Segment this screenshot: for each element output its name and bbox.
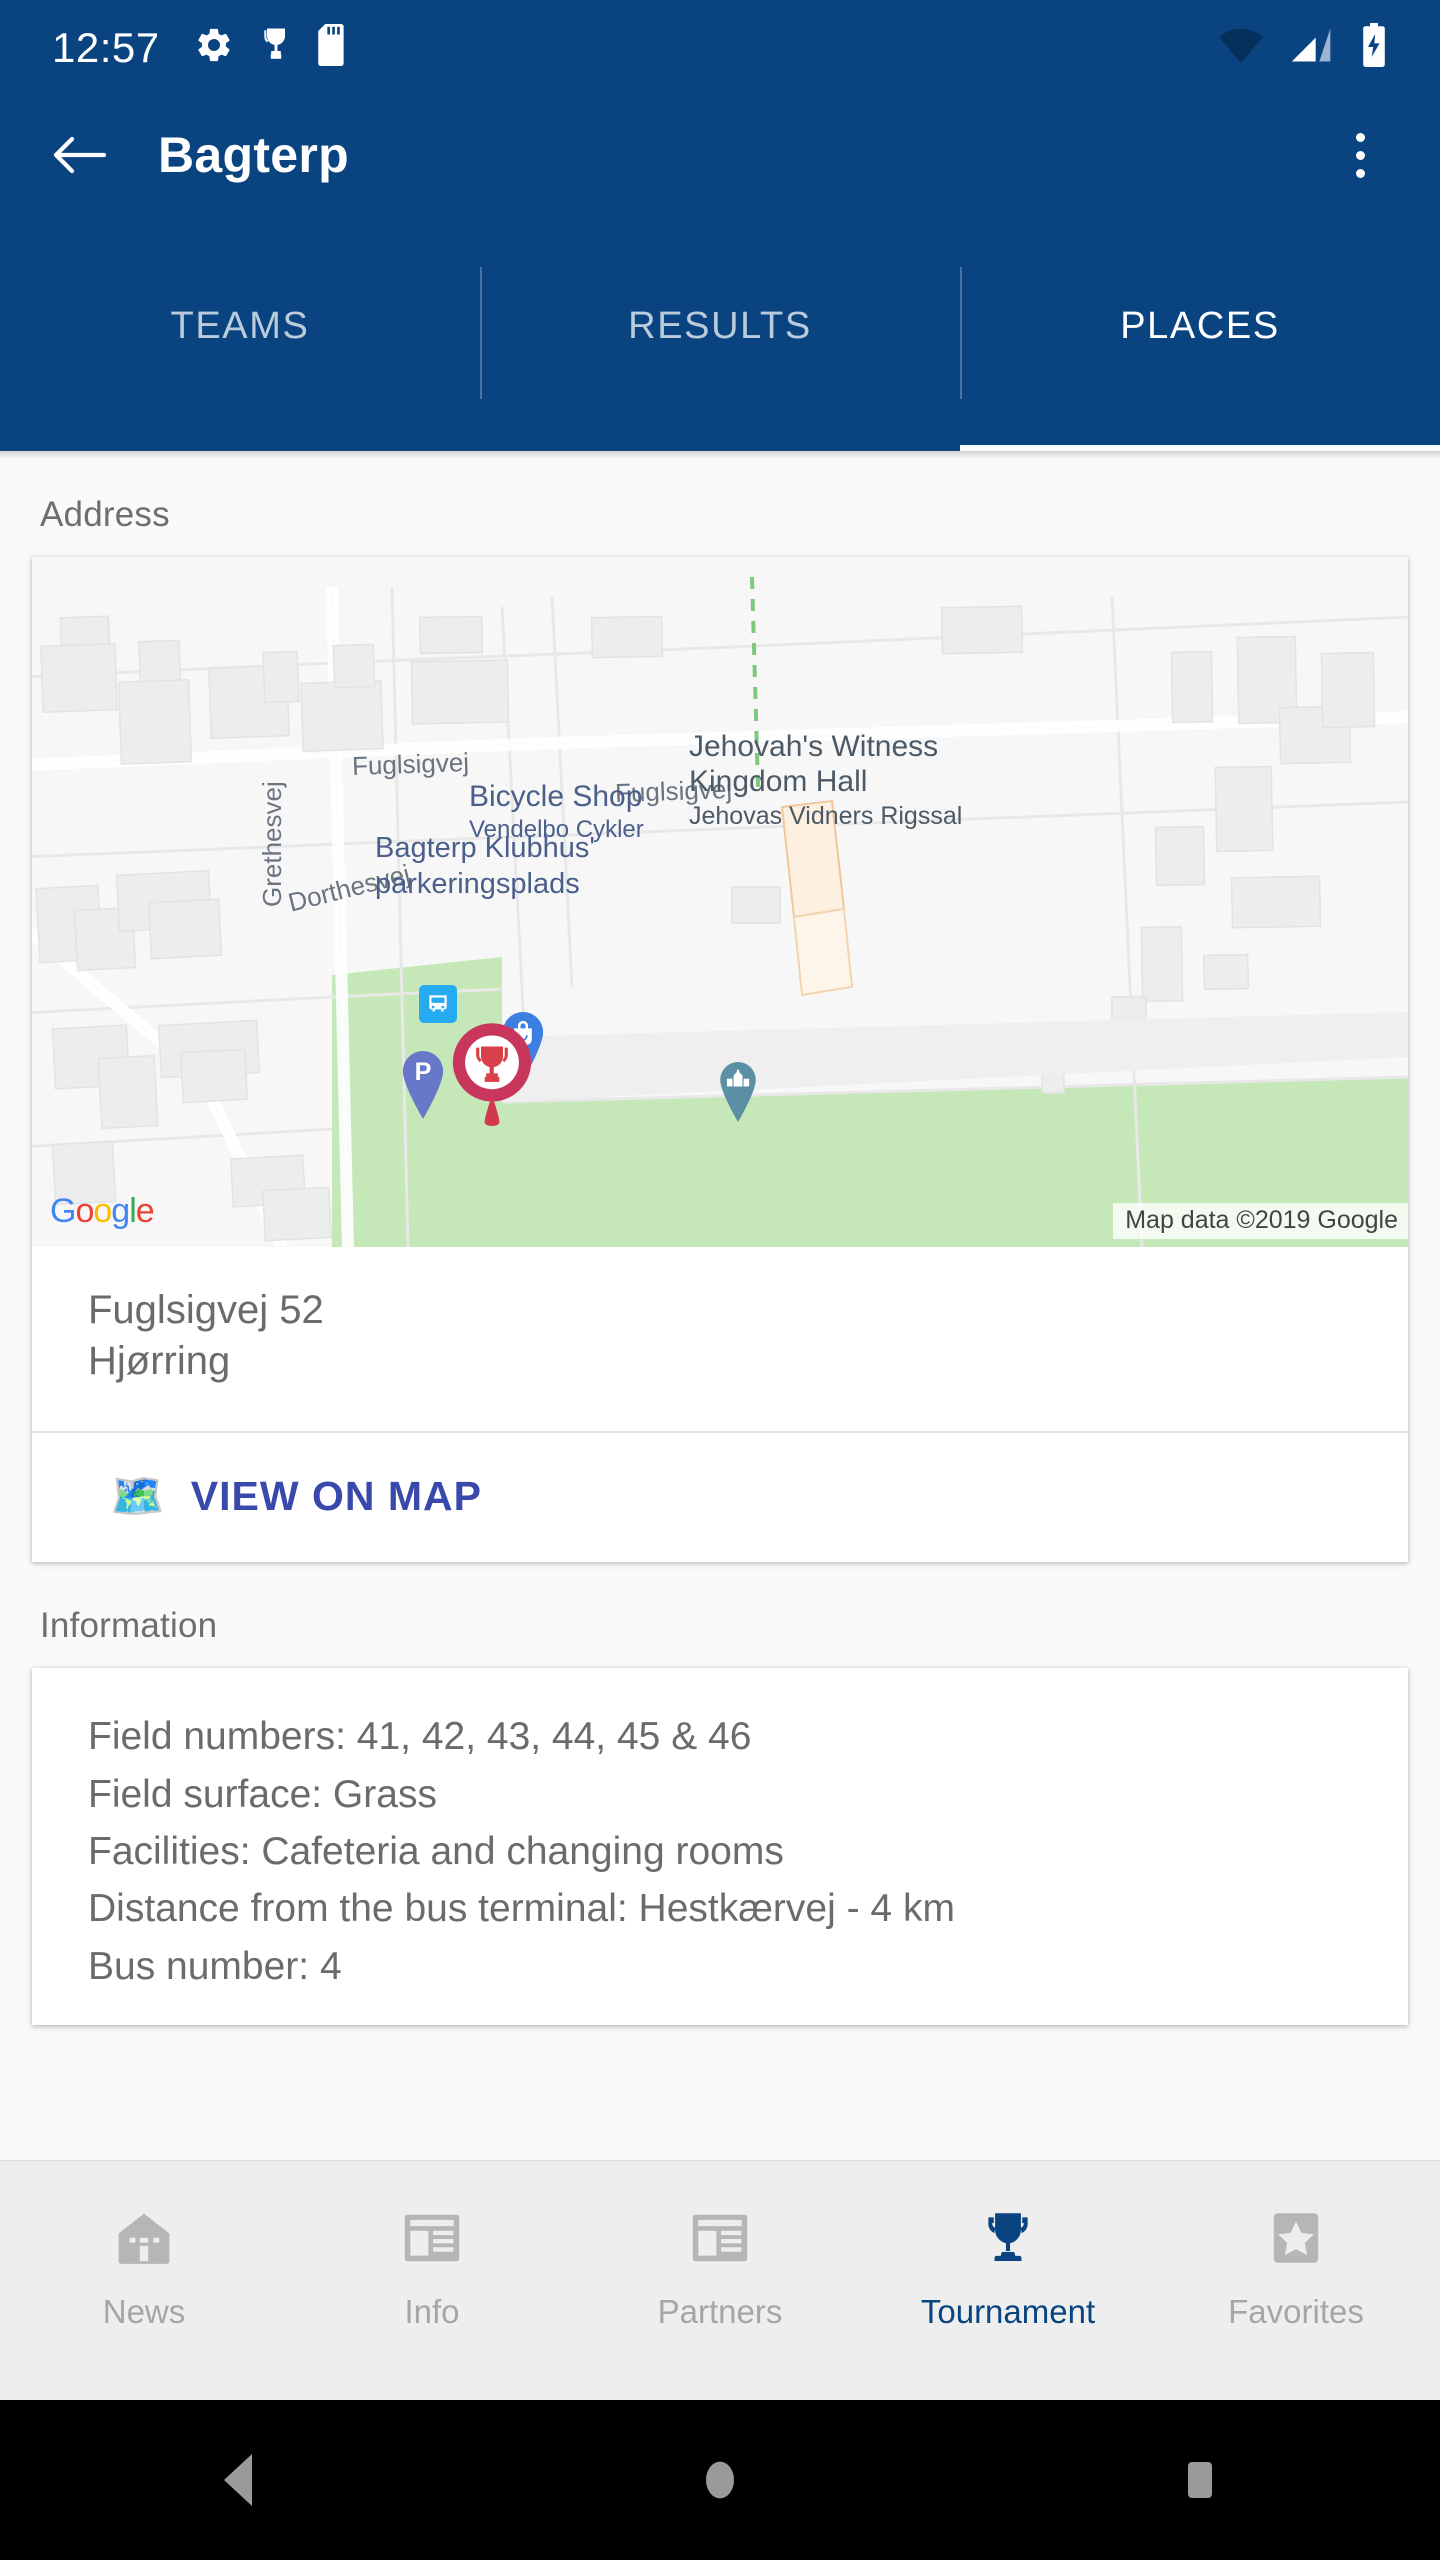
more-vertical-icon	[1355, 150, 1365, 160]
battery-charging-icon	[1360, 23, 1388, 72]
app-screen: 12:57 Bagterp TEAMS RESULTS PLACES Addre…	[0, 0, 1440, 2560]
map-poi-hall-line2: Kingdom Hall	[689, 765, 868, 798]
status-bar-clock: 12:57	[52, 23, 160, 71]
information-line: Field surface: Grass	[88, 1772, 437, 1816]
trophy-icon	[258, 25, 294, 70]
status-bar-system-icons	[1218, 23, 1388, 72]
address-city: Hjørring	[88, 1339, 231, 1384]
google-logo: Google	[50, 1192, 155, 1230]
tab-divider	[960, 267, 962, 399]
information-line: Field numbers: 41, 42, 43, 44, 45 & 46	[88, 1715, 752, 1759]
bottom-nav-item-tournament[interactable]: Tournament	[864, 2161, 1152, 2331]
tab-teams[interactable]: TEAMS	[0, 215, 480, 451]
map-poi-hall-line3: Jehovas Vidners Rigssal	[689, 802, 963, 830]
circle-home-icon	[706, 2461, 734, 2499]
sd-card-icon	[317, 24, 350, 71]
map-poi-hall-line1: Jehovah's Witness	[689, 730, 939, 763]
svg-text:P: P	[415, 1058, 432, 1086]
information-section-label: Information	[40, 1606, 218, 1646]
square-recents-icon	[1188, 2462, 1212, 2498]
page-title: Bagterp	[158, 127, 350, 183]
map-poi-bicycle-line1: Bicycle Shop	[469, 780, 643, 813]
address-street: Fuglsigvej 52	[88, 1288, 324, 1332]
map-icon: 🗺️	[110, 1471, 165, 1521]
more-vertical-icon	[1355, 132, 1365, 142]
bottom-nav-item-favorites[interactable]: Favorites	[1152, 2161, 1440, 2331]
back-button[interactable]	[40, 115, 120, 195]
venue-trophy-marker[interactable]	[449, 1022, 535, 1132]
information-card: Field numbers: 41, 42, 43, 44, 45 & 46 F…	[32, 1668, 1408, 2026]
places-content[interactable]: Address Fuglsigvej Fuglsigvej Dorthesvej…	[0, 451, 1440, 2160]
tab-results[interactable]: RESULTS	[480, 215, 960, 451]
information-body: Field numbers: 41, 42, 43, 44, 45 & 46 F…	[32, 1668, 1408, 2025]
app-bar: Bagterp	[0, 95, 1440, 215]
address-section-label: Address	[40, 495, 170, 534]
bus-icon	[429, 995, 447, 1012]
tab-bar: TEAMS RESULTS PLACES	[0, 215, 1440, 451]
tab-label: RESULTS	[628, 304, 812, 347]
information-line: Facilities: Cafeteria and changing rooms	[88, 1830, 784, 1874]
parking-marker[interactable]: P	[397, 1051, 449, 1119]
address-text-block: Fuglsigvej 52 Hjørring	[32, 1247, 1408, 1431]
bottom-nav-item-info[interactable]: Info	[288, 2161, 576, 2331]
trophy-icon	[988, 2213, 1028, 2261]
bottom-nav-item-partners[interactable]: Partners	[576, 2161, 864, 2331]
more-vertical-icon	[1355, 168, 1365, 178]
android-system-navigation	[0, 2400, 1440, 2560]
church-marker[interactable]	[715, 1062, 761, 1122]
status-bar-notification-icons	[194, 24, 350, 71]
bottom-nav-label: Tournament	[920, 2293, 1096, 2330]
overflow-menu-button[interactable]	[1320, 115, 1400, 195]
map-street-label-fuglsigvej-left: Fuglsigvej	[351, 746, 470, 782]
bottom-nav-item-news[interactable]: News	[0, 2161, 288, 2331]
cellular-signal-icon	[1290, 25, 1334, 70]
star-icon	[1273, 2213, 1319, 2263]
map-canvas	[32, 557, 1408, 1247]
information-line: Bus number: 4	[88, 1944, 342, 1988]
information-line: Distance from the bus terminal: Hestkærv…	[88, 1887, 955, 1931]
bottom-nav-label: Partners	[657, 2293, 783, 2330]
status-bar: 12:57	[0, 0, 1440, 95]
android-back-button[interactable]	[165, 2400, 315, 2560]
article-icon	[692, 2214, 748, 2262]
gear-icon	[194, 25, 234, 70]
address-card: Fuglsigvej Fuglsigvej Dorthesvej Grethes…	[32, 557, 1408, 1563]
bottom-navigation: News Info Partners Tournament Favorites	[0, 2160, 1440, 2400]
tab-label: TEAMS	[170, 304, 310, 347]
bottom-nav-label: Info	[404, 2293, 460, 2330]
wifi-icon	[1218, 25, 1264, 70]
map-preview[interactable]: Fuglsigvej Fuglsigvej Dorthesvej Grethes…	[32, 557, 1408, 1247]
article-icon	[404, 2214, 460, 2262]
tab-label: PLACES	[1120, 304, 1280, 347]
tab-divider	[480, 267, 482, 399]
map-street-label-grethesvej: Grethesvej	[257, 781, 287, 907]
bus-stop-marker[interactable]	[419, 985, 457, 1023]
home-icon	[118, 2213, 170, 2264]
bottom-nav-label: Favorites	[1228, 2293, 1364, 2330]
arrow-left-icon	[53, 136, 107, 174]
bottom-nav-label: News	[102, 2293, 186, 2330]
map-attribution: Map data ©2019 Google	[1113, 1203, 1408, 1239]
android-recents-button[interactable]	[1125, 2400, 1275, 2560]
tab-places[interactable]: PLACES	[960, 215, 1440, 451]
view-on-map-button[interactable]: 🗺️ VIEW ON MAP	[32, 1433, 1408, 1562]
android-home-button[interactable]	[645, 2400, 795, 2560]
triangle-back-icon	[224, 2454, 252, 2506]
map-poi-bicycle-line2: Vendelbo Cykler	[469, 816, 644, 843]
view-on-map-label: VIEW ON MAP	[190, 1473, 482, 1520]
map-poi-parking-line2: parkeringsplads	[375, 868, 580, 900]
